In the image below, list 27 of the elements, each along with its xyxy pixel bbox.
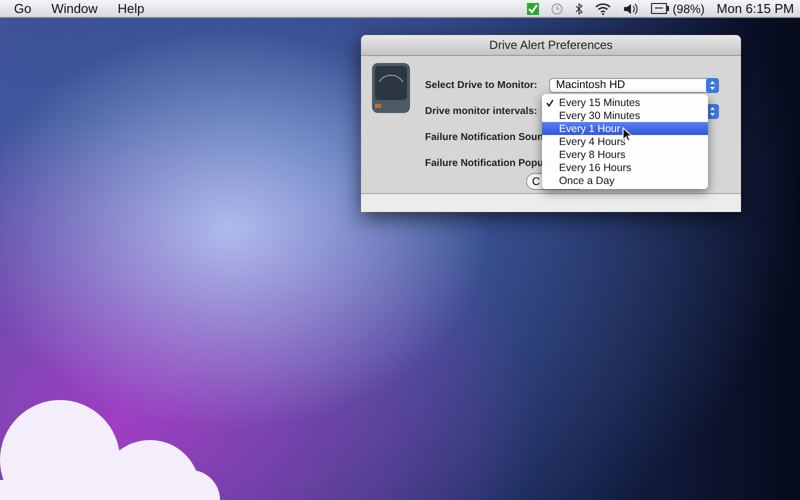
menu-item[interactable]: Help [110,1,152,16]
field-label: Select Drive to Monitor: [425,80,538,90]
menu-option[interactable]: Every 30 Minutes [542,109,708,122]
window-title: Drive Alert Preferences [361,35,741,56]
speaker-icon[interactable] [622,2,639,14]
menu-item[interactable]: Window [43,1,106,16]
stepper-icon [706,78,719,92]
menu-option[interactable]: Every 8 Hours [542,148,708,161]
checkmark-icon[interactable] [526,2,539,14]
option-label: Every 15 Minutes [559,96,640,108]
clock[interactable]: Mon 6:15 PM [716,1,794,16]
field-label: Drive monitor intervals: [425,106,538,116]
battery-icon[interactable] [650,3,669,14]
menu-option[interactable]: Every 1 Hour [542,122,708,135]
checkmark-icon [546,98,554,106]
hard-drive-icon [371,62,411,114]
menu-option[interactable]: Every 15 Minutes [542,96,708,109]
wifi-icon[interactable] [594,2,611,14]
menu-item[interactable]: Go [6,1,40,16]
option-label: Every 8 Hours [559,148,626,160]
option-label: Every 1 Hour [559,122,620,134]
bluetooth-icon[interactable] [574,2,583,14]
battery-percentage: (98%) [672,2,705,16]
option-label: Once a Day [559,174,614,186]
drive-select[interactable]: Macintosh HD [549,78,719,92]
option-label: Every 30 Minutes [559,110,640,122]
menu-option[interactable]: Once a Day [542,174,708,187]
